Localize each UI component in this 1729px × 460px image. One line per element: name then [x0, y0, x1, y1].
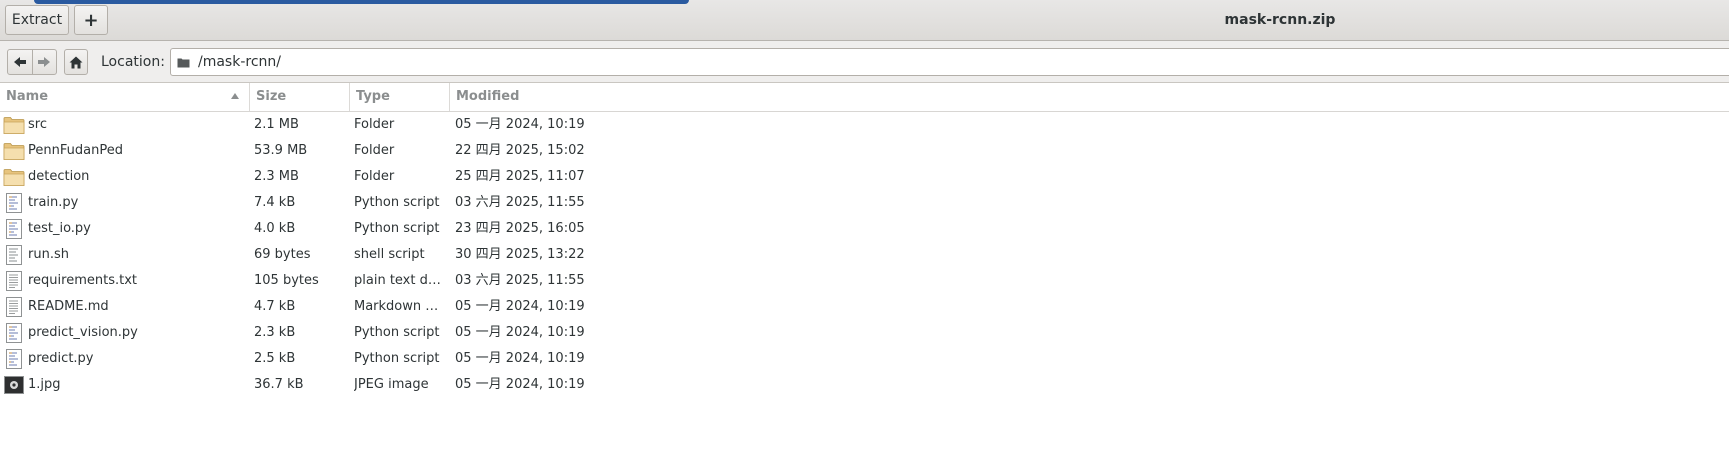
file-type: Folder	[354, 117, 395, 132]
file-name: 1.jpg	[28, 377, 61, 392]
python-file-icon	[6, 193, 22, 213]
file-row[interactable]: predict.py 2.5 kB Python script 05 一月 2024,…	[0, 346, 1729, 372]
file-type: Python script	[354, 325, 440, 340]
file-row[interactable]: src 2.1 MB Folder 05 一月 2024, 10:19	[0, 112, 1729, 138]
file-modified: 03 六月 2025, 11:55	[455, 195, 585, 210]
text-file-icon	[6, 271, 22, 291]
file-row[interactable]: predict_vision.py 2.3 kB Python script 05 一…	[0, 320, 1729, 346]
arrow-right-icon	[38, 57, 51, 67]
file-name: test_io.py	[28, 221, 91, 236]
folder-icon	[177, 58, 190, 67]
file-type: Python script	[354, 195, 440, 210]
file-name: detection	[28, 169, 90, 184]
file-modified: 25 四月 2025, 11:07	[455, 169, 585, 184]
file-row[interactable]: train.py 7.4 kB Python script 03 六月 2025, 1…	[0, 190, 1729, 216]
file-name: README.md	[28, 299, 109, 314]
file-name: train.py	[28, 195, 79, 210]
file-type: Folder	[354, 169, 395, 184]
archive-manager-window: Extract + mask-rcnn.zip Location: /mask-…	[0, 0, 1729, 460]
file-list: Name Size Type Modified src 2.1 MB Folder 0…	[0, 83, 1729, 460]
file-row[interactable]: test_io.py 4.0 kB Python script 23 四月 2025,…	[0, 216, 1729, 242]
window-title: mask-rcnn.zip	[1224, 12, 1336, 28]
file-modified: 23 四月 2025, 16:05	[455, 221, 585, 236]
column-header-size[interactable]: Size	[250, 83, 350, 111]
file-type: Markdown …	[354, 299, 439, 314]
file-size: 7.4 kB	[254, 195, 296, 210]
python-file-icon	[6, 219, 22, 239]
script-file-icon	[6, 245, 22, 265]
file-modified: 03 六月 2025, 11:55	[455, 273, 585, 288]
folder-icon	[3, 169, 25, 186]
file-name: requirements.txt	[28, 273, 138, 288]
file-size: 53.9 MB	[254, 143, 308, 158]
column-header-name-label: Name	[6, 89, 49, 104]
forward-button[interactable]	[31, 50, 57, 74]
location-field[interactable]	[170, 48, 1729, 76]
file-size: 2.1 MB	[254, 117, 299, 132]
file-row[interactable]: PennFudanPed 53.9 MB Folder 22 四月 2025, 15:…	[0, 138, 1729, 164]
home-icon	[69, 56, 83, 68]
back-button[interactable]	[8, 50, 32, 74]
header-bar: Extract + mask-rcnn.zip	[0, 0, 1729, 41]
file-modified: 05 一月 2024, 10:19	[455, 325, 585, 340]
file-row[interactable]: detection 2.3 MB Folder 25 四月 2025, 11:07	[0, 164, 1729, 190]
file-name: PennFudanPed	[28, 143, 123, 158]
navigation-buttons	[7, 49, 57, 75]
file-type: JPEG image	[354, 377, 429, 392]
file-size: 105 bytes	[254, 273, 319, 288]
folder-icon	[3, 117, 25, 134]
file-type: Python script	[354, 221, 440, 236]
file-type: plain text d…	[354, 273, 441, 288]
file-modified: 05 一月 2024, 10:19	[455, 351, 585, 366]
home-button[interactable]	[64, 49, 88, 75]
python-file-icon	[6, 349, 22, 369]
location-label: Location:	[101, 54, 165, 70]
file-row[interactable]: requirements.txt 105 bytes plain text d… 03…	[0, 268, 1729, 294]
column-header-modified[interactable]: Modified	[450, 83, 1729, 111]
location-bar: Location:	[0, 41, 1729, 83]
file-size: 2.3 MB	[254, 169, 299, 184]
file-size: 2.5 kB	[254, 351, 296, 366]
file-size: 69 bytes	[254, 247, 311, 262]
header-accent-stripe	[34, 0, 689, 4]
image-file-icon	[4, 376, 24, 394]
sort-ascending-icon	[231, 93, 239, 99]
file-size: 36.7 kB	[254, 377, 304, 392]
file-name: src	[28, 117, 47, 132]
file-type: Folder	[354, 143, 395, 158]
file-size: 2.3 kB	[254, 325, 296, 340]
file-modified: 22 四月 2025, 15:02	[455, 143, 585, 158]
file-type: shell script	[354, 247, 425, 262]
file-name: predict.py	[28, 351, 94, 366]
column-header-type[interactable]: Type	[350, 83, 450, 111]
text-file-icon	[6, 297, 22, 317]
location-input[interactable]	[198, 54, 1598, 70]
column-header-name[interactable]: Name	[0, 83, 250, 111]
file-modified: 30 四月 2025, 13:22	[455, 247, 585, 262]
file-row[interactable]: README.md 4.7 kB Markdown … 05 一月 2024, 10:…	[0, 294, 1729, 320]
add-files-button[interactable]: +	[74, 5, 108, 35]
arrow-left-icon	[13, 57, 26, 67]
python-file-icon	[6, 323, 22, 343]
folder-icon	[3, 143, 25, 160]
column-header-row: Name Size Type Modified	[0, 83, 1729, 112]
file-name: run.sh	[28, 247, 69, 262]
file-row[interactable]: run.sh 69 bytes shell script 30 四月 2025, 13…	[0, 242, 1729, 268]
file-size: 4.0 kB	[254, 221, 296, 236]
file-modified: 05 一月 2024, 10:19	[455, 377, 585, 392]
file-modified: 05 一月 2024, 10:19	[455, 117, 585, 132]
file-modified: 05 一月 2024, 10:19	[455, 299, 585, 314]
file-type: Python script	[354, 351, 440, 366]
file-rows: src 2.1 MB Folder 05 一月 2024, 10:19 PennFuda…	[0, 112, 1729, 398]
extract-button[interactable]: Extract	[5, 5, 69, 35]
file-name: predict_vision.py	[28, 325, 138, 340]
file-size: 4.7 kB	[254, 299, 296, 314]
file-row[interactable]: 1.jpg 36.7 kB JPEG image 05 一月 2024, 10:19	[0, 372, 1729, 398]
